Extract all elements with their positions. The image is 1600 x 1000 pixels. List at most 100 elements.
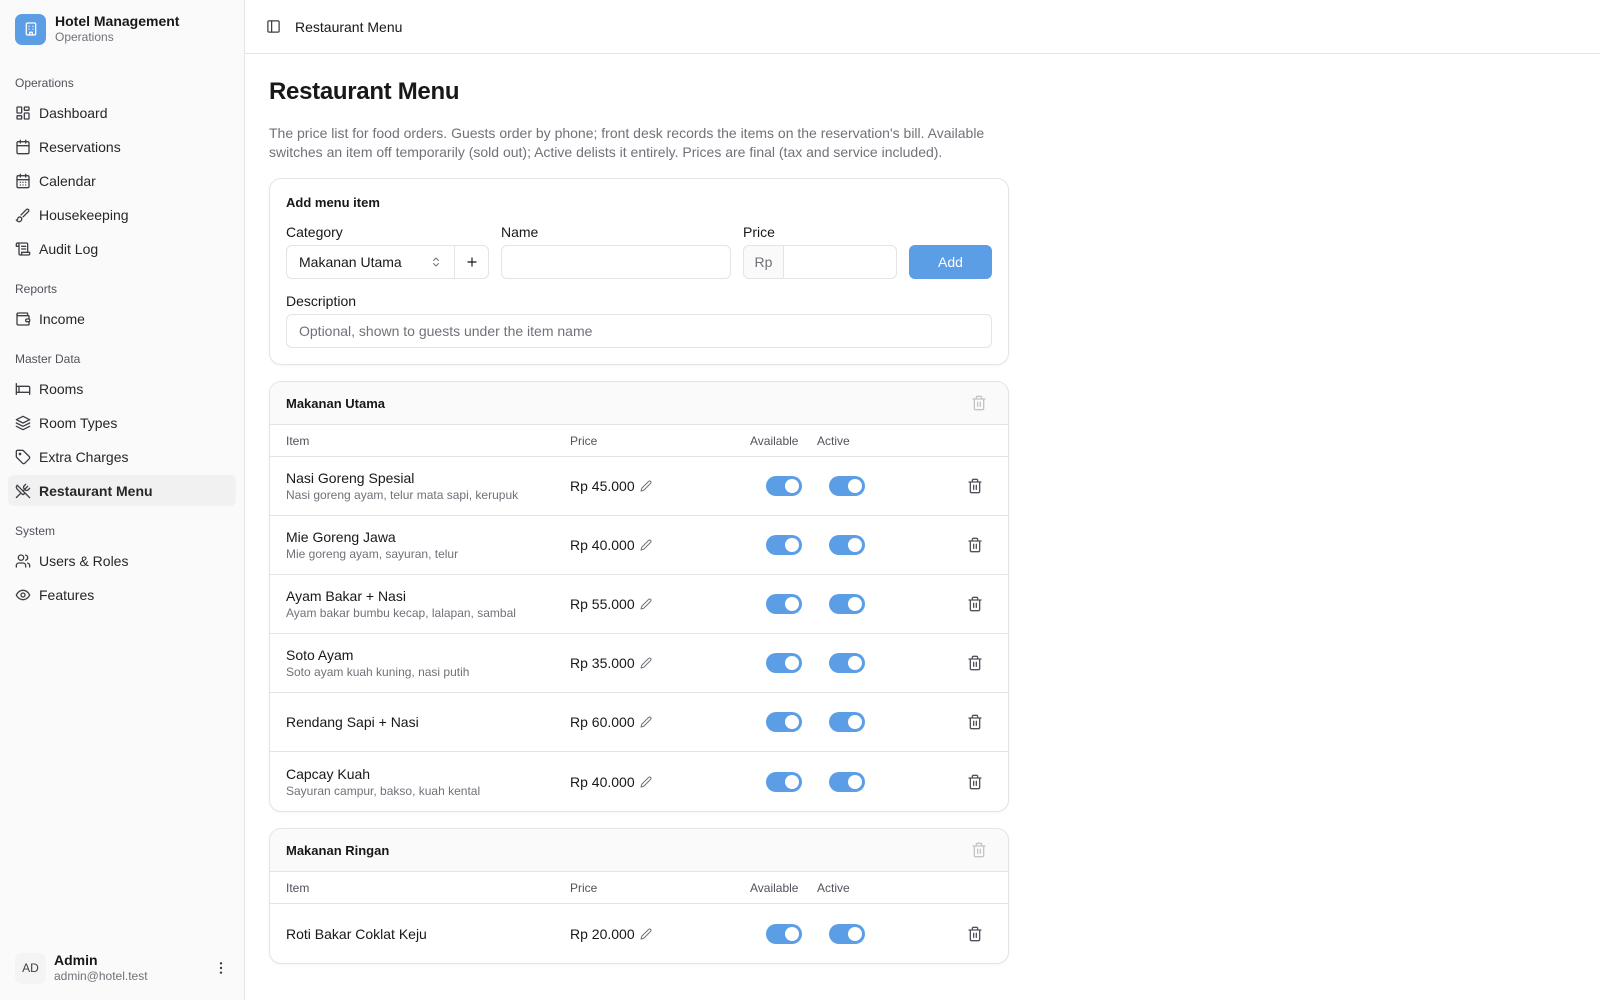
category-header: Makanan Ringan <box>270 829 1008 872</box>
price-input[interactable] <box>784 245 897 279</box>
active-toggle[interactable] <box>829 594 865 614</box>
item-name: Roti Bakar Coklat Keju <box>286 925 427 942</box>
available-toggle[interactable] <box>765 535 802 555</box>
nav-group-label: Master Data <box>15 352 81 366</box>
sidebar-item-dashboard[interactable]: Dashboard <box>8 97 236 128</box>
sidebar-item-restaurant-menu[interactable]: Restaurant Menu <box>8 475 236 506</box>
description-input[interactable] <box>286 314 992 348</box>
delete-item-trash-icon[interactable] <box>967 596 983 612</box>
sidebar-item-label: Audit Log <box>39 240 99 257</box>
item-name: Nasi Goreng Spesial <box>286 470 415 486</box>
table-row: Rendang Sapi + Nasi Rp 60.000 <box>270 693 1008 752</box>
pencil-icon[interactable] <box>640 716 652 728</box>
sidebar-item-label: Calendar <box>39 172 96 189</box>
column-header-active: Active <box>817 880 850 895</box>
item-description: Nasi goreng ayam, telur mata sapi, kerup… <box>286 488 519 502</box>
delete-category-trash-icon[interactable] <box>971 395 987 411</box>
name-label: Name <box>501 224 539 240</box>
item-price: Rp 35.000 <box>570 655 635 671</box>
pencil-icon[interactable] <box>640 539 652 551</box>
more-vertical-icon[interactable] <box>213 960 229 976</box>
add-form-title: Add menu item <box>286 195 380 210</box>
sidebar-item-label: Reservations <box>39 138 121 155</box>
column-header-price: Price <box>570 433 598 448</box>
category-select-value: Makanan Utama <box>299 254 402 270</box>
pencil-icon[interactable] <box>640 598 652 610</box>
delete-item-trash-icon[interactable] <box>967 537 983 553</box>
dashboard-icon <box>15 105 31 121</box>
pencil-icon[interactable] <box>640 657 652 669</box>
sidebar-item-label: Restaurant Menu <box>39 482 153 499</box>
sidebar-item-rooms[interactable]: Rooms <box>8 373 236 404</box>
sidebar-item-users-roles[interactable]: Users & Roles <box>8 545 236 576</box>
nav-group-label: System <box>15 524 56 538</box>
name-input[interactable] <box>501 245 731 279</box>
add-menu-item-card: Add menu item Category Makanan Utama Nam… <box>269 178 1009 365</box>
pencil-icon[interactable] <box>640 480 652 492</box>
sidebar-item-room-types[interactable]: Room Types <box>8 407 236 438</box>
item-description: Sayuran campur, bakso, kuah kental <box>286 783 481 798</box>
available-toggle[interactable] <box>765 653 802 673</box>
active-toggle[interactable] <box>829 535 865 555</box>
nav-group-master-data: Master Data Rooms Room Types Extra Charg… <box>0 348 244 506</box>
sidebar-item-label: Dashboard <box>39 104 108 121</box>
delete-item-trash-icon[interactable] <box>967 655 983 671</box>
available-toggle[interactable] <box>765 923 802 944</box>
available-toggle[interactable] <box>765 771 802 792</box>
column-header-available: Available <box>750 880 799 895</box>
user-email: admin@hotel.test <box>54 969 148 983</box>
user-menu[interactable]: AD Admin admin@hotel.test <box>8 946 236 990</box>
users-icon <box>15 553 31 569</box>
sidebar-item-audit-log[interactable]: Audit Log <box>8 233 236 264</box>
delete-item-trash-icon[interactable] <box>967 714 983 730</box>
wallet-icon <box>15 311 31 327</box>
sidebar-item-income[interactable]: Income <box>8 303 236 334</box>
delete-item-trash-icon[interactable] <box>967 774 983 790</box>
table-row: Capcay Kuah Sayuran campur, bakso, kuah … <box>270 752 1008 811</box>
category-label: Category <box>286 224 343 240</box>
brand[interactable]: Hotel Management Operations <box>0 0 244 58</box>
item-description: Ayam bakar bumbu kecap, lalapan, sambal <box>286 606 516 620</box>
category-title: Makanan Utama <box>286 395 385 411</box>
sidebar-item-label: Users & Roles <box>39 552 129 569</box>
category-card-makanan-ringan: Makanan Ringan Item Price Available Acti… <box>269 828 1009 964</box>
description-label: Description <box>286 293 357 309</box>
column-header-active: Active <box>817 433 850 448</box>
active-toggle[interactable] <box>829 771 865 792</box>
item-description: Soto ayam kuah kuning, nasi putih <box>286 665 470 679</box>
delete-category-trash-icon[interactable] <box>971 842 987 858</box>
sidebar-toggle-icon[interactable] <box>263 17 283 37</box>
active-toggle[interactable] <box>829 712 865 732</box>
sidebar-item-extra-charges[interactable]: Extra Charges <box>8 441 236 472</box>
table-row: Soto Ayam Soto ayam kuah kuning, nasi pu… <box>270 634 1008 693</box>
delete-item-trash-icon[interactable] <box>967 478 983 494</box>
item-price: Rp 45.000 <box>570 478 635 494</box>
category-select[interactable]: Makanan Utama <box>286 245 455 279</box>
scroll-icon <box>15 241 31 257</box>
pencil-icon[interactable] <box>640 775 652 788</box>
add-category-button[interactable] <box>455 245 489 279</box>
available-toggle[interactable] <box>765 594 802 614</box>
pencil-icon[interactable] <box>640 927 652 940</box>
table-row: Mie Goreng Jawa Mie goreng ayam, sayuran… <box>270 516 1008 575</box>
available-toggle[interactable] <box>765 712 802 732</box>
sidebar-item-reservations[interactable]: Reservations <box>8 131 236 162</box>
item-name: Ayam Bakar + Nasi <box>286 588 406 604</box>
utensils-icon <box>15 483 31 499</box>
sidebar-item-features[interactable]: Features <box>8 579 236 610</box>
sidebar-item-housekeeping[interactable]: Housekeeping <box>8 199 236 230</box>
main-content: Restaurant Menu Restaurant Menu The pric… <box>245 0 1600 1000</box>
nav-group-reports: Reports Income <box>0 278 244 334</box>
item-name: Capcay Kuah <box>286 765 371 782</box>
sidebar-item-calendar[interactable]: Calendar <box>8 165 236 196</box>
active-toggle[interactable] <box>829 476 865 496</box>
active-toggle[interactable] <box>829 923 865 944</box>
category-card-makanan-utama: Makanan Utama Item Price Available Activ… <box>269 381 1009 812</box>
delete-item-trash-icon[interactable] <box>967 926 983 942</box>
item-price: Rp 55.000 <box>570 596 635 612</box>
active-toggle[interactable] <box>829 653 865 673</box>
add-button[interactable]: Add <box>909 245 992 279</box>
item-name: Mie Goreng Jawa <box>286 529 396 545</box>
available-toggle[interactable] <box>765 476 802 496</box>
table-row: Nasi Goreng Spesial Nasi goreng ayam, te… <box>270 457 1008 516</box>
